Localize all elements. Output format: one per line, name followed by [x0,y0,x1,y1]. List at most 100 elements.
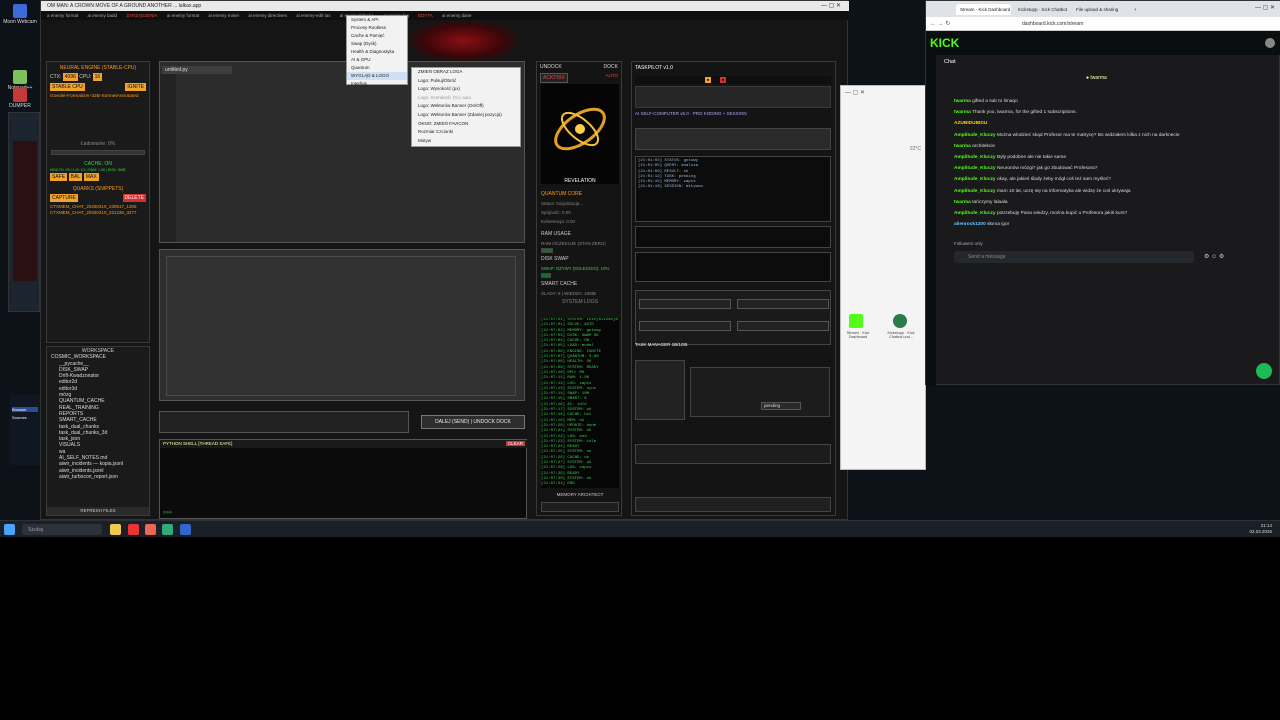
chat-tools-icons[interactable]: ⚙ ☺ ⚙ [1204,253,1224,260]
chat-user[interactable]: Amplitude_Kluczy [954,211,996,216]
memory-architect-field[interactable] [541,502,619,512]
browser-source-item[interactable]: Browser [12,407,38,412]
window-controls[interactable]: — ▢ ✕ [821,2,841,9]
task-field[interactable] [639,299,731,309]
chat-user[interactable]: Amplitude_Kluczy [954,177,996,182]
command-input[interactable] [159,411,409,433]
nav-arrows-icon[interactable]: ← → ↻ [930,20,950,27]
menu-item[interactable]: ZMIEŃ OBRAZ LOGA [412,68,520,77]
menu-item[interactable]: ai enemy dane [442,13,472,18]
dock-button[interactable]: DOCK [604,64,618,70]
chat-user[interactable]: alienrock1200 [954,222,986,227]
menu-item[interactable]: OKNO: ZMIEŃ FAVICON [412,120,520,129]
obs-sources-panel[interactable]: Browser Sources [10,395,40,465]
task-list[interactable] [635,360,685,420]
shell-clear-button[interactable]: CLEAR [505,441,525,446]
chat-user[interactable]: twarma [954,200,971,205]
cpu-input[interactable]: 16 [92,73,103,81]
kick-dashboard-shortcut-icon[interactable] [849,314,863,328]
avatar[interactable] [1265,38,1275,48]
refresh-files-button[interactable]: REFRESH FILES [47,507,149,515]
browser-tab[interactable]: Kickstupp · Kick Chatbot [1014,4,1069,15]
auto-toggle[interactable]: AUTO [606,73,618,78]
taskpilot-toolbar[interactable]: ■ ■ [635,76,831,84]
chat-user[interactable]: Amplitude_Kluczy [954,166,996,171]
menu-item[interactable]: Interfejs [347,80,407,88]
menu-item[interactable]: Health & Diagnostyka [347,48,407,56]
app-icon[interactable] [162,524,173,535]
menu-item[interactable]: ai enemy format [167,13,199,18]
menu-item[interactable]: AI & GPU [347,56,407,64]
quark-item[interactable]: CTXMEM_CHAT_20260310_230517_1305 [47,203,149,210]
cache-safe-button[interactable]: SAFE [50,173,68,181]
chat-message-input[interactable]: Send a message [954,251,1194,263]
task-field[interactable] [737,299,829,309]
menu-item[interactable]: a enemy format [47,13,78,18]
browser-window-controls[interactable]: — ▢ ✕ [1255,4,1275,11]
send-button[interactable]: DALEJ (SEND) | UNDOCK DOCK [421,415,525,429]
menu-item[interactable]: ai enemy badd [88,13,118,18]
cache-bal-button[interactable]: BAL [68,173,83,181]
chat-user[interactable]: Amplitude_Kluczy [954,189,996,194]
window-titlebar[interactable]: OM MAN: A CROWN MOVE OF A GROUND ANOTHER… [41,1,849,11]
toolbar-btn[interactable]: ■ [705,77,712,83]
menu-item[interactable]: Logo: Pulsuj/Obróć [412,77,520,86]
chat-user[interactable]: Amplitude_Kluczy [954,133,996,138]
floating-action-icon[interactable] [1256,363,1272,379]
cache-max-button[interactable]: MAX [83,173,99,181]
chat-user[interactable]: twarma [954,99,971,104]
app-icon[interactable] [128,524,139,535]
menu-item[interactable]: Swap (Dysk) [347,40,407,48]
menu-item-selected[interactable]: WYGLĄD & LOGO [347,72,407,80]
browser-tab[interactable]: File upload & sharing [1072,4,1127,15]
acktrix-toggle[interactable]: ACKTRIX [540,73,568,83]
menu-bar[interactable]: a enemy format ai enemy badd ZARZĄDZENIA… [41,11,849,20]
app-icon[interactable] [145,524,156,535]
address-bar[interactable]: ← → ↻ dashboard.kick.com/stream [926,17,1280,31]
menu-item[interactable]: Motyw [412,137,520,146]
task-field[interactable] [639,321,731,331]
new-tab-button[interactable]: + [1130,4,1142,15]
side-window-controls[interactable]: — ▢ ✕ [845,89,865,96]
menu-item[interactable]: System & API [347,16,407,24]
side-window[interactable]: — ▢ ✕ 22°C Stream · Kick Dashboard Kicks… [840,85,926,470]
quark-item[interactable]: CTXMEM_CHAT_20260310_231236_3277 [47,210,149,215]
chat-user[interactable]: AZUBIDUBIDU [954,121,987,126]
menu-item[interactable]: Logo: Szerokość (%): auto [412,94,520,103]
url-text[interactable]: dashboard.kick.com/stream [1022,21,1083,27]
browser-window[interactable]: Stream · Kick Dashboard Kickstupp · Kick… [925,0,1280,386]
menu-item[interactable]: Cache & Pamięć [347,32,407,40]
menu-item[interactable]: ZARZĄDZENIA [126,13,157,18]
chat-user[interactable]: Amplitude_Kluczy [954,155,996,160]
kick-logo[interactable]: KICK [930,36,959,50]
desktop-icon-webcam[interactable]: Moon Webcam [2,4,38,34]
main-app-window[interactable]: OM MAN: A CROWN MOVE OF A GROUND ANOTHER… [40,0,849,520]
toolbar-btn[interactable]: ■ [720,77,727,83]
task-field[interactable] [737,321,829,331]
start-icon[interactable] [4,524,15,535]
chat-user[interactable]: twarma [954,110,971,115]
menu-item[interactable]: Logo: Wektorów Banner (Zdaniej pozycja) [412,111,520,120]
menu-item[interactable]: ai enemy miner [208,13,239,18]
menu-item[interactable]: Quantum [347,64,407,72]
tree-item[interactable]: aiwir_turbocon_report.json [51,474,149,480]
stable-cpu-toggle[interactable]: STABLE CPU [50,83,85,91]
background-app-window[interactable] [8,112,40,312]
chat-user[interactable]: twarma [954,144,971,149]
prompt-area[interactable] [635,86,831,108]
task-status-select[interactable]: pending [761,402,801,410]
taskbar-search[interactable]: Szukaj [22,524,102,535]
menu-item[interactable]: Rozmiar Czcionki [412,128,520,137]
delete-button[interactable]: DELETE [122,194,146,202]
menu-item[interactable]: ai enemy-edit tas [296,13,330,18]
python-shell[interactable]: PYTHON SHELL [THREAD SAFE] CLEAR >>> [159,439,528,519]
ctx-input[interactable]: 4096 [62,73,78,81]
menu-item[interactable]: ai enemy directives [248,13,287,18]
app-icon[interactable] [180,524,191,535]
undock-button[interactable]: UNDOCK [540,64,562,70]
menu-item[interactable]: Procesy Rootless [347,24,407,32]
file-explorer-icon[interactable] [110,524,121,535]
file-tree[interactable]: COSMIC_WORKSPACE __pycache__ DISK_SWAP D… [47,354,149,480]
task-footer-input[interactable] [635,497,831,512]
menu-item[interactable]: Logo: Wysokość (px) [412,85,520,94]
